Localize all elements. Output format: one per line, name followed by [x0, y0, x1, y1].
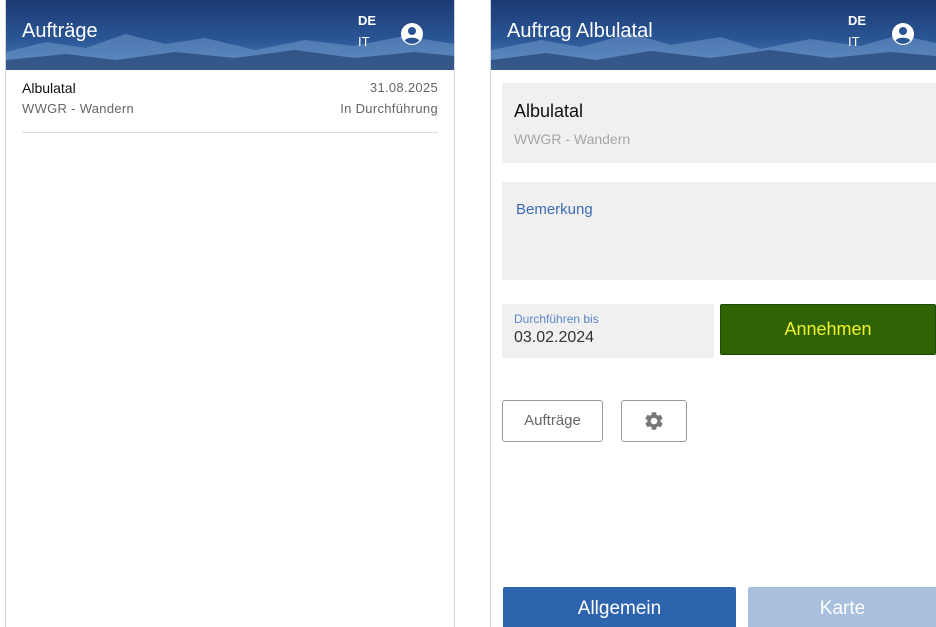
account-circle-icon[interactable]	[400, 22, 424, 46]
remark-field[interactable]: Bemerkung	[502, 182, 936, 280]
page-title: Aufträge	[22, 20, 98, 42]
settings-button[interactable]	[621, 400, 687, 442]
tab-general[interactable]: Allgemein	[503, 587, 736, 627]
order-name: Albulatal	[22, 80, 76, 96]
due-date-label: Durchführen bis	[514, 312, 599, 326]
remark-label: Bemerkung	[516, 201, 593, 218]
list-item[interactable]: Albulatal WWGR - Wandern 31.08.2025 In D…	[22, 80, 438, 133]
lang-de[interactable]: DE	[848, 12, 866, 29]
order-category: WWGR - Wandern	[514, 131, 631, 147]
lang-de[interactable]: DE	[358, 12, 376, 29]
lang-it[interactable]: IT	[358, 33, 376, 50]
app-bar: Auftrag Albulatal DE IT	[491, 0, 936, 70]
due-date-value: 03.02.2024	[514, 329, 595, 346]
gear-icon	[645, 412, 663, 430]
due-date-field[interactable]: Durchführen bis 03.02.2024	[502, 304, 714, 358]
order-summary-card: Albulatal WWGR - Wandern	[502, 83, 936, 163]
page-title: Auftrag Albulatal	[507, 20, 653, 42]
order-title: Albulatal	[514, 101, 584, 121]
order-date: 31.08.2025	[369, 80, 438, 95]
accept-button[interactable]: Annehmen	[720, 304, 936, 355]
orders-button[interactable]: Aufträge	[502, 400, 603, 442]
language-switch[interactable]: DE IT	[848, 12, 866, 50]
orders-list-screen: Aufträge DE IT Albulatal WWGR - Wandern …	[5, 0, 455, 627]
order-status: In Durchführung	[340, 101, 438, 116]
lang-it[interactable]: IT	[848, 33, 866, 50]
order-detail-screen: Auftrag Albulatal DE IT Albulatal WWGR -…	[490, 0, 936, 627]
account-circle-icon[interactable]	[891, 22, 915, 46]
language-switch[interactable]: DE IT	[358, 12, 376, 50]
app-bar: Aufträge DE IT	[6, 0, 454, 70]
tab-map[interactable]: Karte	[748, 587, 936, 627]
order-category: WWGR - Wandern	[22, 101, 135, 116]
